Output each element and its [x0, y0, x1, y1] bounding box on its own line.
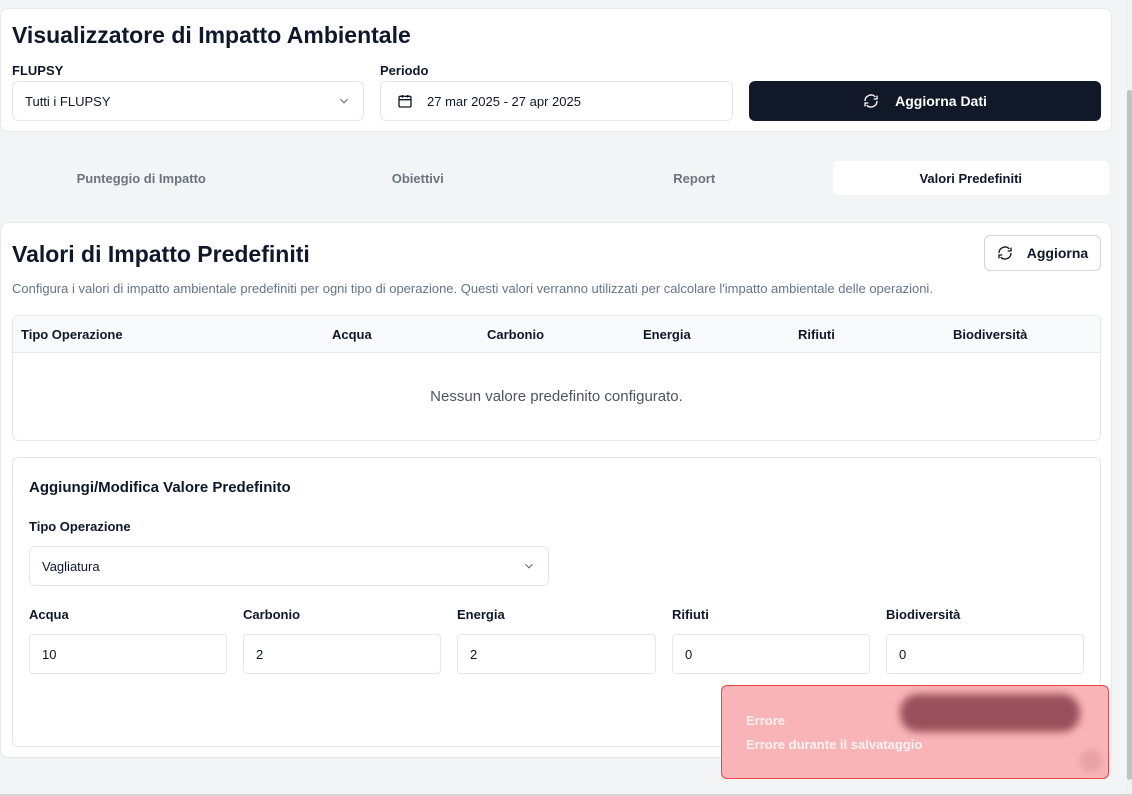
toast-corner-blur	[1080, 750, 1102, 772]
carbonio-input[interactable]	[243, 634, 441, 674]
refresh-icon	[998, 246, 1012, 260]
update-data-label: Aggiorna Dati	[895, 93, 987, 109]
acqua-label: Acqua	[29, 607, 69, 622]
column-header-energia: Energia	[643, 327, 691, 342]
section-title: Valori di Impatto Predefiniti	[12, 241, 310, 267]
app-title: Visualizzatore di Impatto Ambientale	[12, 22, 411, 48]
default-values-card: Valori di Impatto Predefiniti Aggiorna C…	[0, 222, 1112, 758]
column-header-rifiuti: Rifiuti	[798, 327, 835, 342]
table-header: Tipo Operazione Acqua Carbonio Energia R…	[13, 316, 1100, 353]
toast-blurred-area	[900, 694, 1080, 732]
calendar-icon	[398, 95, 412, 108]
chevron-down-icon	[340, 98, 348, 104]
update-data-button[interactable]: Aggiorna Dati	[749, 81, 1101, 121]
period-picker[interactable]: 27 mar 2025 - 27 apr 2025	[380, 81, 733, 121]
chevron-down-icon	[525, 563, 533, 569]
empty-table-message: Nessun valore predefinito configurato.	[430, 388, 683, 405]
toast-message: Errore durante il salvataggio	[746, 737, 923, 752]
error-toast[interactable]: Errore Errore durante il salvataggio	[721, 685, 1109, 779]
biodiversita-input[interactable]	[886, 634, 1084, 674]
energia-label: Energia	[457, 607, 505, 622]
column-header-tipo-operazione: Tipo Operazione	[21, 327, 123, 342]
tab-obiettivi[interactable]: Obiettivi	[280, 161, 557, 195]
period-value: 27 mar 2025 - 27 apr 2025	[427, 93, 581, 109]
operation-type-value: Vagliatura	[42, 558, 100, 574]
column-header-acqua: Acqua	[332, 327, 372, 342]
flupsy-select[interactable]: Tutti i FLUPSY	[12, 81, 364, 121]
operation-type-select[interactable]: Vagliatura	[29, 546, 549, 586]
carbonio-label: Carbonio	[243, 607, 301, 622]
flupsy-select-value: Tutti i FLUPSY	[25, 93, 111, 109]
page: Visualizzatore di Impatto Ambientale FLU…	[0, 0, 1132, 796]
energia-input[interactable]	[457, 634, 656, 674]
column-header-carbonio: Carbonio	[487, 327, 545, 342]
flupsy-label: FLUPSY	[12, 63, 64, 78]
operation-type-label: Tipo Operazione	[29, 519, 131, 534]
scrollbar-thumb[interactable]	[1127, 90, 1132, 780]
toast-title: Errore	[746, 713, 786, 728]
tab-report[interactable]: Report	[556, 161, 833, 195]
column-header-biodiversita: Biodiversità	[953, 327, 1028, 342]
default-values-table: Tipo Operazione Acqua Carbonio Energia R…	[12, 315, 1101, 441]
tab-valori-predefiniti[interactable]: Valori Predefiniti	[832, 161, 1109, 195]
rifiuti-label: Rifiuti	[672, 607, 709, 622]
biodiversita-label: Biodiversità	[886, 607, 961, 622]
tab-punteggio-di-impatto[interactable]: Punteggio di Impatto	[3, 161, 280, 195]
form-title: Aggiungi/Modifica Valore Predefinito	[29, 479, 291, 496]
refresh-button[interactable]: Aggiorna	[984, 235, 1101, 271]
rifiuti-input[interactable]	[672, 634, 870, 674]
section-description: Configura i valori di impatto ambientale…	[12, 281, 933, 296]
period-label: Periodo	[380, 63, 429, 78]
tabs-bar: Punteggio di Impatto Obiettivi Report Va…	[0, 158, 1112, 198]
header-card: Visualizzatore di Impatto Ambientale FLU…	[0, 8, 1112, 132]
refresh-button-label: Aggiorna	[1026, 245, 1089, 261]
acqua-input[interactable]	[29, 634, 227, 674]
refresh-icon	[864, 94, 878, 108]
